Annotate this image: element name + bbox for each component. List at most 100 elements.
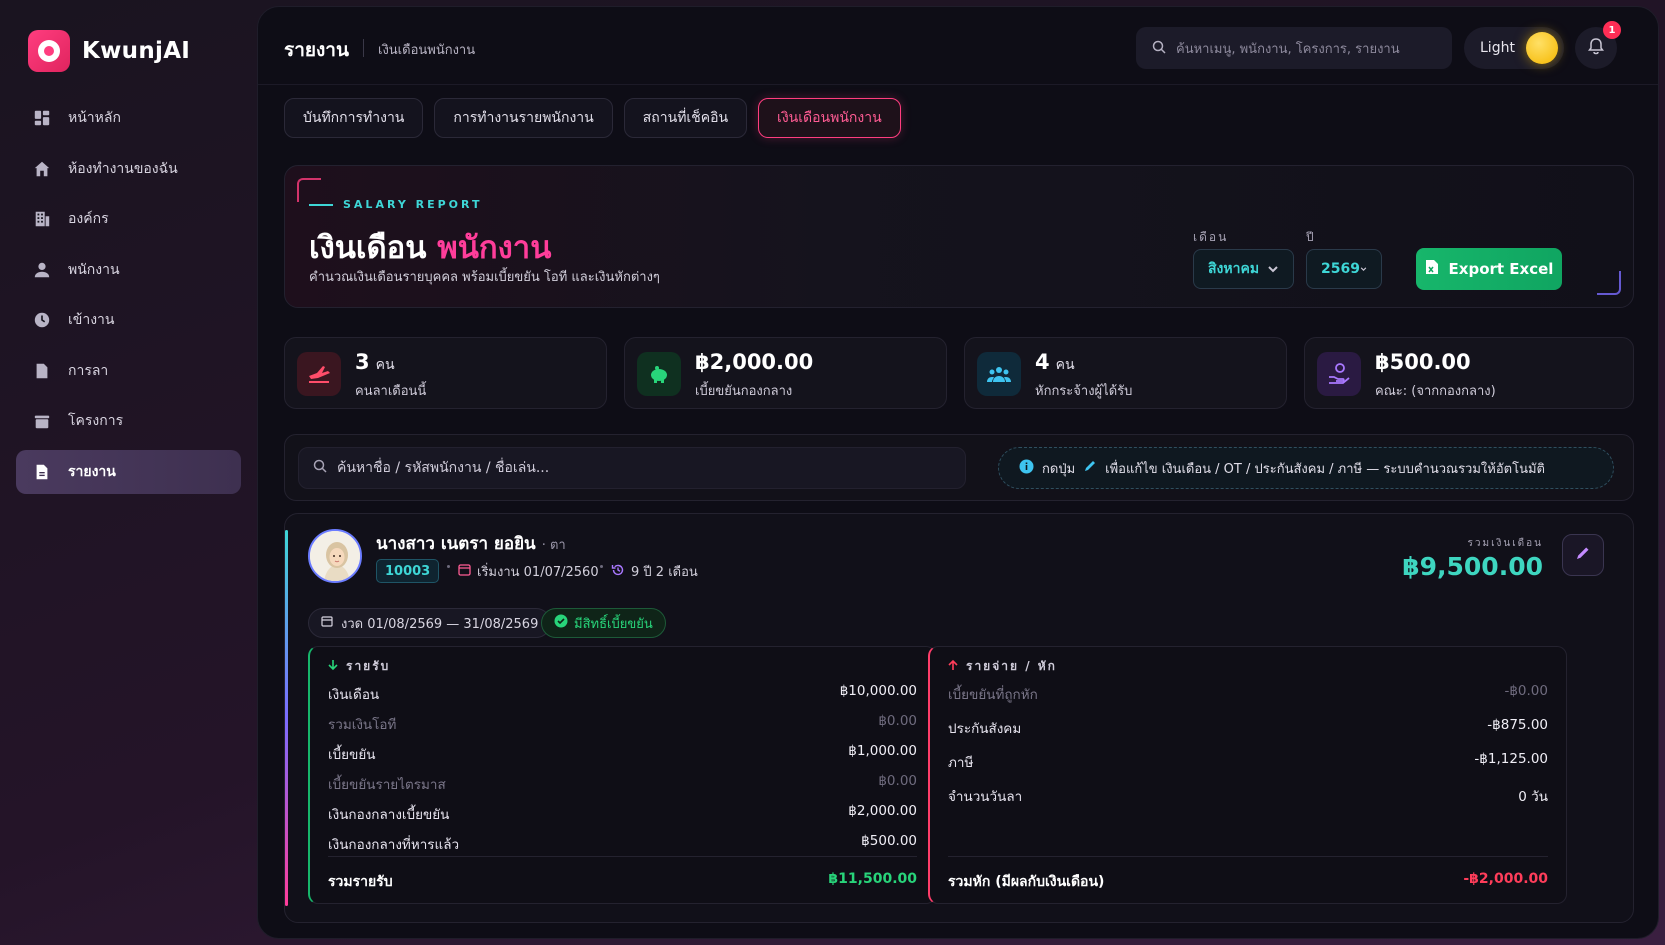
sidebar-item-leave[interactable]: การลา xyxy=(16,349,241,393)
hand-coin-icon xyxy=(1317,352,1361,396)
sidebar-item-dashboard[interactable]: หน้าหลัก xyxy=(16,96,241,140)
income-heading: รายรับ xyxy=(328,657,390,676)
deduction-row: ประกันสังคม -฿875.00 xyxy=(948,717,1548,737)
export-excel-button[interactable]: Export Excel xyxy=(1416,248,1562,290)
stat-label: หักกระจ้างผู้ได้รับ xyxy=(1035,384,1133,399)
notifications-button[interactable]: 1 xyxy=(1575,21,1621,69)
stat-card-per-person: ฿500.00 คณะ: (จากกองกลาง) xyxy=(1304,337,1634,409)
sidebar-nav: หน้าหลัก ห้องทำงานของฉัน องค์กร พนักงาน … xyxy=(16,96,241,500)
sidebar-item-label: เข้างาน xyxy=(68,312,115,328)
calendar-icon xyxy=(321,615,333,631)
sidebar-item-label: การลา xyxy=(68,362,109,379)
deduction-row: จำนวนวันลา 0 วัน xyxy=(948,789,1548,805)
employee-tenure: 9 ปี 2 เดือน xyxy=(611,561,698,582)
employee-salary-card: นางสาว เนตรา ยอยิน · ตา 10003 เริ่มงาน 01… xyxy=(284,513,1634,923)
document-icon xyxy=(32,361,52,381)
hero-subtitle: คำนวณเงินเดือนรายบุคคล พร้อมเบี้ยขยัน โอ… xyxy=(309,270,660,285)
breadcrumb: เงินเดือนพนักงาน xyxy=(378,43,476,58)
avatar xyxy=(308,529,362,583)
folder-icon xyxy=(32,411,52,431)
eligibility-badge: มีสิทธิ์เบี้ยขยัน xyxy=(541,608,666,638)
income-panel: รายรับ เงินเดือน ฿10,000.00 รวมเงินโอที ฿0… xyxy=(308,646,936,904)
edit-salary-button[interactable] xyxy=(1562,534,1604,576)
income-row: เงินกองกลางที่หารแล้ว ฿500.00 xyxy=(328,833,917,853)
employee-filter-bar: ค้นหาชื่อ / รหัสพนักงาน / ชื่อเล่น... กด… xyxy=(284,434,1634,501)
search-placeholder: ค้นหาเมนู, พนักงาน, โครงการ, รายงาน xyxy=(1176,41,1400,57)
stat-label: คณะ: (จากกองกลาง) xyxy=(1375,384,1496,399)
bell-icon xyxy=(1587,37,1605,59)
global-search-input[interactable]: ค้นหาเมนู, พนักงาน, โครงการ, รายงาน xyxy=(1136,27,1452,69)
salary-hero: SALARY REPORT เงินเดือน พนักงาน คำนวณเงิ… xyxy=(284,165,1634,308)
separator-dot xyxy=(600,565,603,568)
sidebar-item-label: ห้องทำงานของฉัน xyxy=(68,160,178,177)
year-select[interactable]: 2569 xyxy=(1306,249,1382,289)
sidebar-item-organization[interactable]: องค์กร xyxy=(16,197,241,241)
deduction-heading: รายจ่าย / หัก xyxy=(948,657,1057,676)
plane-icon xyxy=(297,352,341,396)
tab-employee-work[interactable]: การทำงานรายพนักงาน xyxy=(434,98,613,138)
deduction-total: รวมหัก (มีผลกับเงินเดือน) -฿2,000.00 xyxy=(948,856,1548,893)
deduction-row: เบี้ยขยันที่ถูกหัก -฿0.00 xyxy=(948,683,1548,703)
income-row: เบี้ยขยันรายไตรมาส ฿0.00 xyxy=(328,773,917,793)
corner-decoration xyxy=(1597,271,1621,295)
year-label: ปี xyxy=(1306,230,1316,244)
tab-employee-salary[interactable]: เงินเดือนพนักงาน xyxy=(758,98,901,138)
sidebar-item-reports[interactable]: รายงาน xyxy=(16,449,241,494)
deduction-rows: เบี้ยขยันที่ถูกหัก -฿0.00 ประกันสังคม -฿87… xyxy=(948,683,1548,807)
theme-toggle[interactable]: Light xyxy=(1464,27,1564,69)
search-placeholder: ค้นหาชื่อ / รหัสพนักงาน / ชื่อเล่น... xyxy=(337,460,550,476)
theme-label: Light xyxy=(1480,40,1515,56)
income-rows: เงินเดือน ฿10,000.00 รวมเงินโอที ฿0.00 เบี… xyxy=(328,683,917,855)
users-icon xyxy=(977,352,1021,396)
chevron-down-icon xyxy=(1360,267,1367,272)
stat-card-diligence-pool: ฿2,000.00 เบี้ยขยันกองกลาง xyxy=(624,337,947,409)
sidebar-item-my-workspace[interactable]: ห้องทำงานของฉัน xyxy=(16,147,241,191)
user-icon xyxy=(32,260,52,280)
stat-card-leave: 3 คน คนลาเดือนนี้ xyxy=(284,337,607,409)
tab-checkin-location[interactable]: สถานที่เช็คอิน xyxy=(623,98,748,138)
dashboard-icon xyxy=(32,108,52,128)
hero-eyebrow: SALARY REPORT xyxy=(309,198,483,211)
home-icon xyxy=(32,159,52,179)
employee-name: นางสาว เนตรา ยอยิน · ตา xyxy=(376,534,566,554)
stat-value: ฿2,000.00 xyxy=(695,350,814,374)
main-panel: รายงาน เงินเดือนพนักงาน ค้นหาเมนู, พนักง… xyxy=(257,6,1659,939)
employee-search-input[interactable]: ค้นหาชื่อ / รหัสพนักงาน / ชื่อเล่น... xyxy=(298,447,966,489)
page-title: รายงาน xyxy=(284,39,349,61)
search-icon xyxy=(1152,39,1166,58)
brand-name: KwunjAI xyxy=(82,38,191,64)
edit-hint: กดปุ่ม เพื่อแก้ไข เงินเดือน / OT / ประกั… xyxy=(998,447,1614,489)
sidebar-item-projects[interactable]: โครงการ xyxy=(16,399,241,443)
stat-card-recipients: 4 คน หักกระจ้างผู้ได้รับ xyxy=(964,337,1287,409)
info-icon xyxy=(1019,459,1034,478)
chevron-down-icon xyxy=(1268,266,1278,273)
card-accent-bar xyxy=(285,530,288,906)
report-tabs: บันทึกการทำงาน การทำงานรายพนักงาน สถานที… xyxy=(284,98,901,138)
pencil-icon xyxy=(1083,459,1097,477)
sidebar-item-employees[interactable]: พนักงาน xyxy=(16,248,241,292)
separator-dot xyxy=(447,565,450,568)
sidebar-item-attendance[interactable]: เข้างาน xyxy=(16,298,241,342)
stat-value: 4 คน xyxy=(1035,350,1075,374)
sidebar-item-label: องค์กร xyxy=(68,211,109,227)
history-icon xyxy=(611,563,625,581)
sidebar-item-label: โครงการ xyxy=(68,413,124,429)
sun-icon xyxy=(1526,32,1558,64)
brand[interactable]: KwunjAI xyxy=(28,30,190,72)
deduction-row: ภาษี -฿1,125.00 xyxy=(948,751,1548,771)
piggy-bank-icon xyxy=(637,352,681,396)
employee-id-badge: 10003 xyxy=(376,559,440,583)
income-row: เงินกองกลางเบี้ยขยัน ฿2,000.00 xyxy=(328,803,917,823)
notification-badge: 1 xyxy=(1603,21,1621,39)
stat-label: คนลาเดือนนี้ xyxy=(355,384,427,399)
employee-start-date: เริ่มงาน 01/07/2560 xyxy=(458,561,599,582)
sidebar-item-label: พนักงาน xyxy=(68,261,120,278)
tab-work-log[interactable]: บันทึกการทำงาน xyxy=(284,98,424,138)
total-salary-label: รวมเงินเดือน xyxy=(1467,538,1543,549)
month-select[interactable]: สิงหาคม xyxy=(1193,249,1294,289)
report-icon xyxy=(32,462,52,482)
brand-logo-icon xyxy=(28,30,70,72)
arrow-up-icon xyxy=(948,659,958,674)
breadcrumb-divider xyxy=(363,39,364,57)
income-row: รวมเงินโอที ฿0.00 xyxy=(328,713,917,733)
